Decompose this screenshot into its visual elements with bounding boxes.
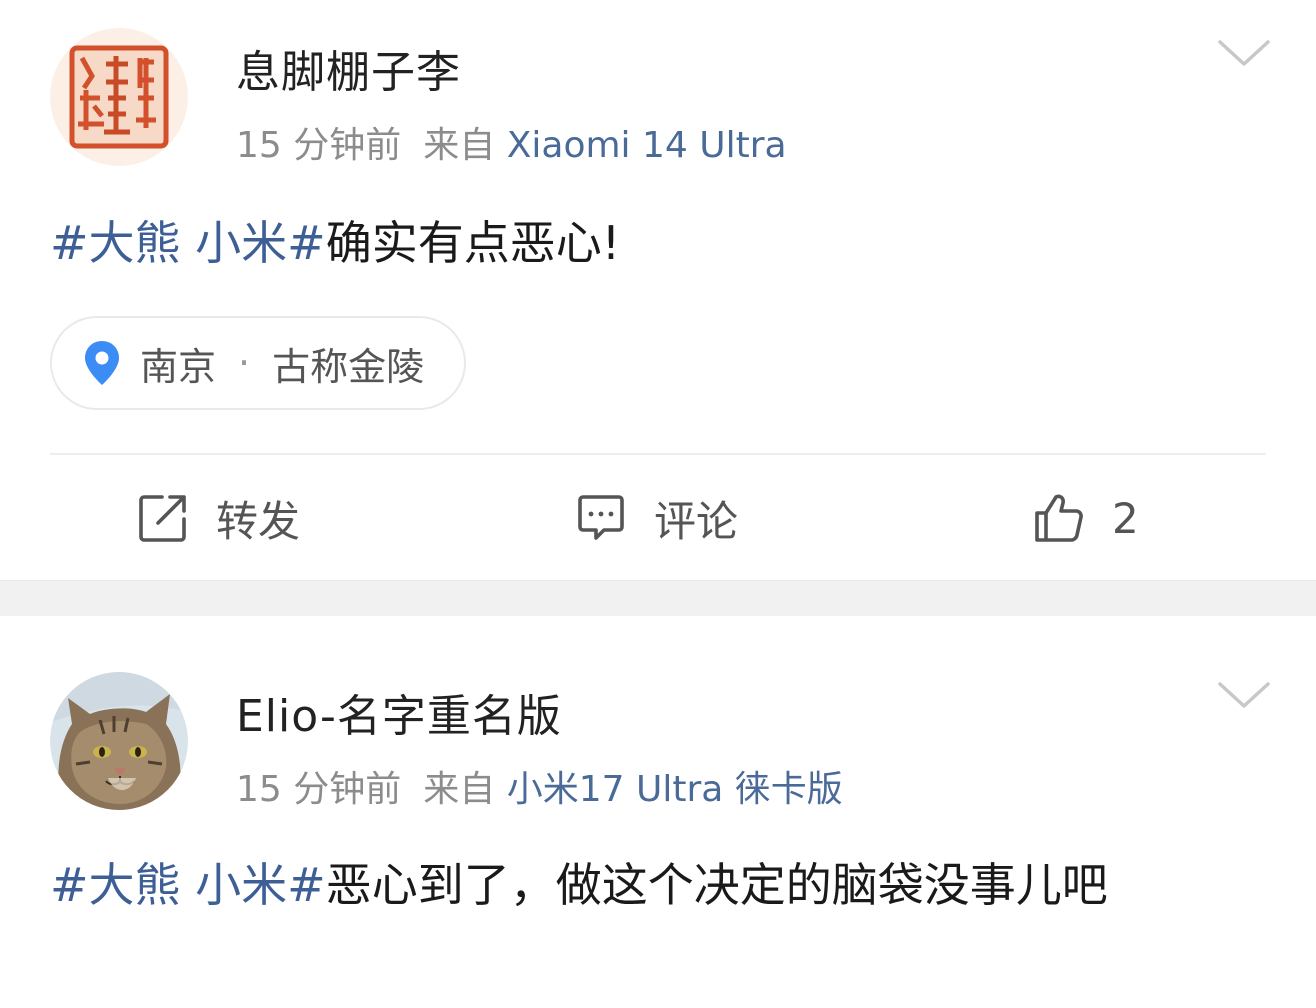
post-content: #大熊 小米#确实有点恶心! bbox=[50, 208, 1280, 278]
like-button[interactable]: 2 bbox=[1032, 486, 1139, 550]
location-tag[interactable]: 南京 · 古称金陵 bbox=[50, 316, 467, 410]
topic-link[interactable]: #大熊 小米# bbox=[50, 858, 326, 912]
location-detail: 古称金陵 bbox=[272, 344, 425, 389]
location-pin-icon bbox=[85, 341, 119, 385]
post-meta: 15 分钟前 来自 小米17 Ultra 徕卡版 bbox=[236, 760, 843, 812]
seal-avatar-image bbox=[50, 28, 188, 166]
post-meta: 15 分钟前 来自 Xiaomi 14 Ultra bbox=[236, 116, 787, 168]
like-count: 2 bbox=[1112, 493, 1139, 543]
post-separator bbox=[0, 580, 1316, 616]
comment-bubble-icon bbox=[578, 495, 624, 540]
source-prefix: 来自 bbox=[423, 125, 496, 166]
share-arrow-icon bbox=[139, 495, 186, 542]
post-text: 确实有点恶心! bbox=[325, 216, 621, 270]
weibo-feed: 息脚棚子李 15 分钟前 来自 Xiaomi 14 Ultra #大熊 小米#确实… bbox=[0, 0, 1316, 1008]
post-card: Elio-名字重名版 15 分钟前 来自 小米17 Ultra 徕卡版 #大熊 小… bbox=[0, 616, 1316, 1008]
post-time: 15 分钟前 bbox=[236, 125, 402, 166]
location-city: 南京 bbox=[140, 344, 217, 389]
repost-button[interactable]: 转发 bbox=[136, 486, 300, 550]
topic-link[interactable]: #大熊 小米# bbox=[50, 216, 326, 270]
device-link[interactable]: Xiaomi 14 Ultra bbox=[507, 125, 787, 166]
chevron-down-icon[interactable] bbox=[1216, 680, 1272, 710]
repost-label: 转发 bbox=[216, 496, 301, 546]
post-content: #大熊 小米#恶心到了，做这个决定的脑袋没事儿吧 bbox=[50, 850, 1280, 920]
device-link[interactable]: 小米17 Ultra 徕卡版 bbox=[507, 769, 843, 810]
post-card: 息脚棚子李 15 分钟前 来自 Xiaomi 14 Ultra #大熊 小米#确实… bbox=[0, 0, 1316, 580]
avatar[interactable] bbox=[50, 672, 188, 810]
username[interactable]: 息脚棚子李 bbox=[236, 36, 461, 100]
cat-avatar-image bbox=[50, 672, 188, 810]
thumbs-up-icon bbox=[1035, 494, 1083, 542]
avatar[interactable] bbox=[50, 28, 188, 166]
chevron-down-icon[interactable] bbox=[1216, 38, 1272, 68]
divider bbox=[50, 453, 1266, 455]
comment-button[interactable]: 评论 bbox=[574, 486, 738, 550]
source-prefix: 来自 bbox=[423, 769, 496, 810]
post-time: 15 分钟前 bbox=[236, 769, 402, 810]
comment-label: 评论 bbox=[654, 496, 739, 546]
post-text: 恶心到了，做这个决定的脑袋没事儿吧 bbox=[325, 858, 1108, 912]
location-dot: · bbox=[238, 341, 251, 385]
username[interactable]: Elio-名字重名版 bbox=[236, 680, 562, 744]
